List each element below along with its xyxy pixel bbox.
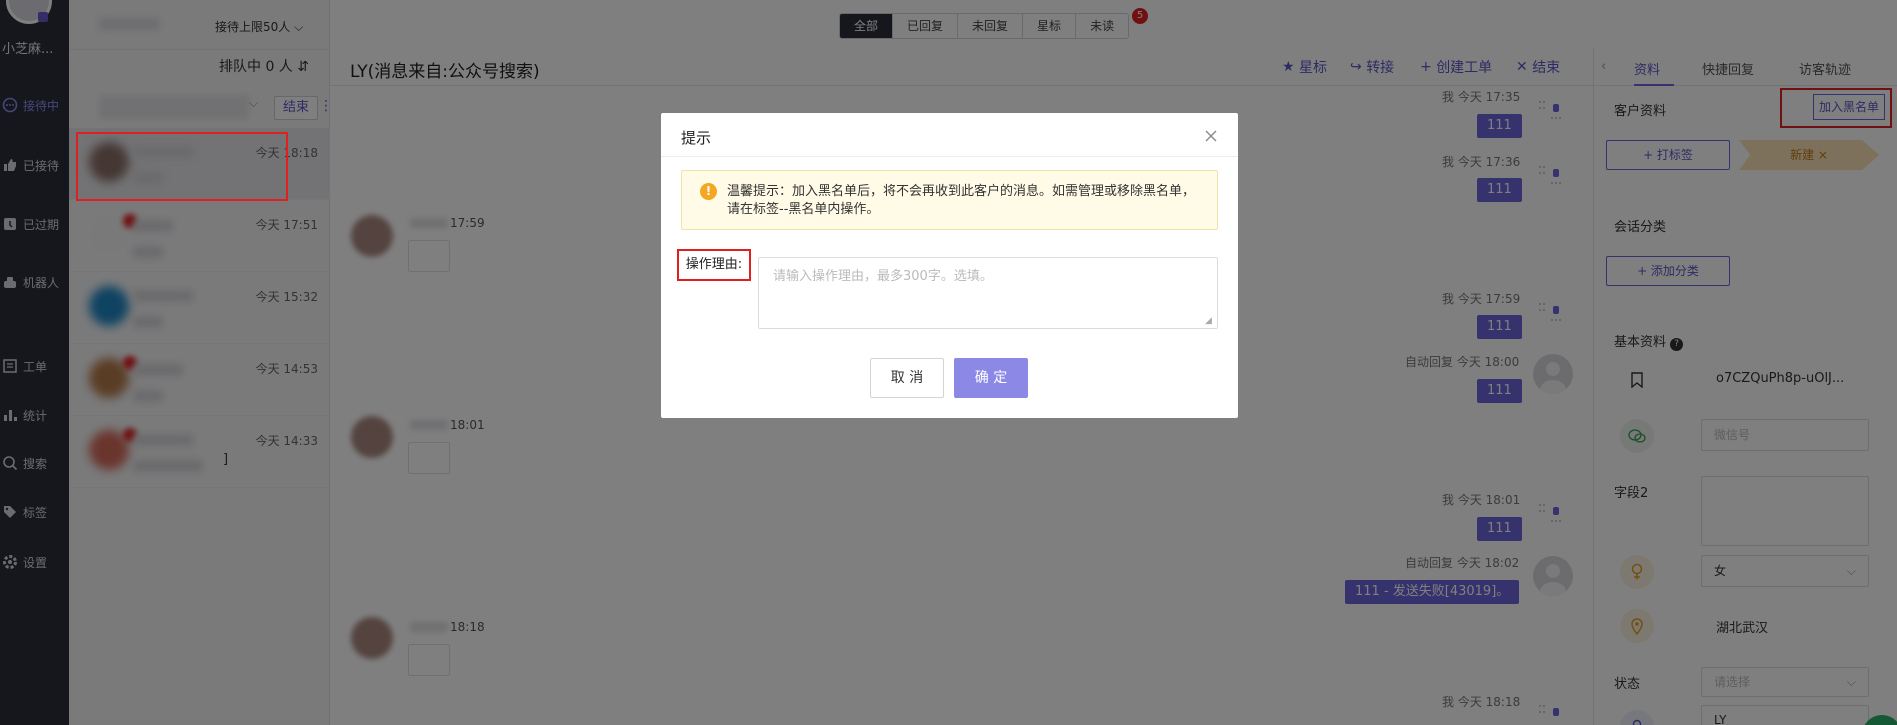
reason-label: 操作理由: — [677, 249, 751, 281]
dialog-title: 提示 — [681, 129, 712, 147]
dialog-header: 提示 — [661, 113, 1238, 157]
warning-tip: ! 温馨提示：加入黑名单后，将不会再收到此客户的消息。如需管理或移除黑名单，请在… — [681, 170, 1218, 230]
warning-icon: ! — [700, 183, 717, 200]
close-icon[interactable] — [1204, 129, 1218, 143]
resize-handle-icon[interactable]: ◢ — [1205, 316, 1212, 326]
warning-text: 温馨提示：加入黑名单后，将不会再收到此客户的消息。如需管理或移除黑名单，请在标签… — [727, 184, 1196, 217]
blacklist-dialog: 提示 ! 温馨提示：加入黑名单后，将不会再收到此客户的消息。如需管理或移除黑名单… — [661, 113, 1238, 418]
cancel-button[interactable]: 取 消 — [870, 358, 944, 398]
highlight-box — [76, 132, 288, 201]
confirm-button[interactable]: 确 定 — [954, 358, 1028, 398]
reason-textarea[interactable]: 请输入操作理由，最多300字。选填。 — [758, 257, 1218, 329]
